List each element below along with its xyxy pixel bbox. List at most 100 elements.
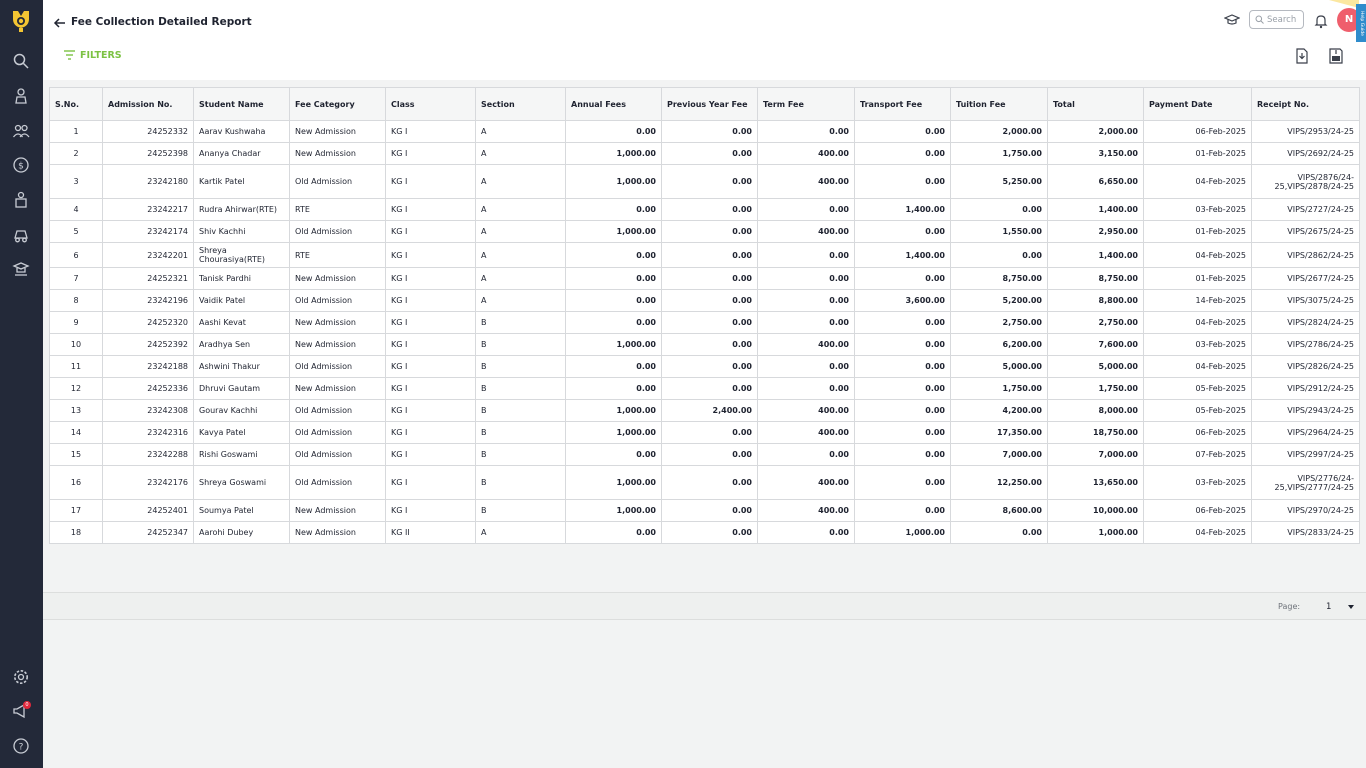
annual-fees-cell: 1,000.00 bbox=[565, 499, 662, 522]
fee-category-cell: New Admission bbox=[289, 267, 386, 290]
fee-category-cell: New Admission bbox=[289, 120, 386, 143]
corner-decoration bbox=[1329, 0, 1359, 8]
search-icon[interactable] bbox=[12, 52, 30, 70]
transport-fee-cell: 0.00 bbox=[854, 164, 951, 199]
back-arrow-icon[interactable] bbox=[53, 16, 67, 30]
page-label: Page: bbox=[1278, 602, 1301, 611]
term-fee-cell: 400.00 bbox=[757, 465, 855, 500]
payment-date-cell: 03-Feb-2025 bbox=[1143, 198, 1252, 221]
help-icon[interactable]: ? bbox=[12, 737, 30, 755]
table-row[interactable]: 11 23242188 Ashwini Thakur Old Admission KG … bbox=[49, 355, 1360, 378]
student-name-cell: Rishi Goswami bbox=[193, 443, 290, 466]
column-header[interactable]: Transport Fee bbox=[854, 87, 951, 121]
table-row[interactable]: 1 24252332 Aarav Kushwaha New Admission KG I… bbox=[49, 120, 1360, 143]
column-header[interactable]: Term Fee bbox=[757, 87, 855, 121]
bell-icon[interactable] bbox=[1313, 13, 1329, 29]
table-row[interactable]: 3 23242180 Kartik Patel Old Admission KG IA1… bbox=[49, 164, 1360, 199]
table-row[interactable]: 14 23242316 Kavya Patel Old Admission KG IB1… bbox=[49, 421, 1360, 444]
table-row[interactable]: 15 23242288 Rishi Goswami Old Admission KG I… bbox=[49, 443, 1360, 466]
transport-fee-cell: 0.00 bbox=[854, 421, 951, 444]
sno-cell: 15 bbox=[49, 443, 103, 466]
fee-category-cell: Old Admission bbox=[289, 355, 386, 378]
table-row[interactable]: 10 24252392 Aradhya Sen New Admission KG IB1… bbox=[49, 333, 1360, 356]
logo-icon[interactable] bbox=[10, 9, 32, 35]
table-row[interactable]: 9 24252320 Aashi Kevat New Admission KG I B 0.… bbox=[49, 311, 1360, 334]
total-cell: 2,750.00 bbox=[1047, 311, 1144, 334]
section-cell: A bbox=[475, 289, 566, 312]
column-header[interactable]: Total bbox=[1047, 87, 1144, 121]
search-input[interactable]: Search bbox=[1249, 10, 1304, 29]
total-cell: 6,650.00 bbox=[1047, 164, 1144, 199]
annual-fees-cell: 0.00 bbox=[565, 198, 662, 221]
term-fee-cell: 0.00 bbox=[757, 120, 855, 143]
class-cell: KG I bbox=[385, 421, 476, 444]
table-row[interactable]: 18 24252347 Aarohi Dubey New Admission KG II… bbox=[49, 521, 1360, 544]
column-header[interactable]: Annual Fees bbox=[565, 87, 662, 121]
student-name-cell: Gourav Kachhi bbox=[193, 399, 290, 422]
page-select[interactable]: 1 bbox=[1326, 599, 1354, 614]
term-fee-cell: 400.00 bbox=[757, 499, 855, 522]
settings-icon[interactable] bbox=[12, 668, 30, 686]
export-csv-icon[interactable] bbox=[1294, 48, 1310, 64]
table-row[interactable]: 2 24252398 Ananya Chadar New Admission KG IA… bbox=[49, 142, 1360, 165]
column-header[interactable]: Receipt No. bbox=[1251, 87, 1360, 121]
class-cell: KG I bbox=[385, 242, 476, 268]
chevron-down-icon bbox=[1348, 604, 1354, 609]
table-row[interactable]: 7 24252321 Tanisk Pardhi New Admission KG IA… bbox=[49, 267, 1360, 290]
column-header[interactable]: Payment Date bbox=[1143, 87, 1252, 121]
fees-icon[interactable]: $ bbox=[12, 156, 30, 174]
previous-year-fee-cell: 0.00 bbox=[661, 355, 758, 378]
column-header[interactable]: Fee Category bbox=[289, 87, 386, 121]
table-row[interactable]: 13 23242308 Gourav Kachhi Old Admission KG I… bbox=[49, 399, 1360, 422]
column-header[interactable]: Section bbox=[475, 87, 566, 121]
filters-button[interactable]: FILTERS bbox=[63, 49, 122, 61]
receipt-no-cell: VIPS/2964/24-25 bbox=[1251, 421, 1360, 444]
column-header[interactable]: Previous Year Fee bbox=[661, 87, 758, 121]
export-excel-icon[interactable] bbox=[1328, 48, 1344, 64]
class-cell: KG I bbox=[385, 164, 476, 199]
term-fee-cell: 0.00 bbox=[757, 198, 855, 221]
previous-year-fee-cell: 0.00 bbox=[661, 220, 758, 243]
annual-fees-cell: 1,000.00 bbox=[565, 164, 662, 199]
previous-year-fee-cell: 0.00 bbox=[661, 333, 758, 356]
table-row[interactable]: 4 23242217 Rudra Ahirwar(RTE) RTE KG I A 0.00 0… bbox=[49, 198, 1360, 221]
total-cell: 1,000.00 bbox=[1047, 521, 1144, 544]
table-row[interactable]: 17 24252401 Soumya Patel New Admission KG IB… bbox=[49, 499, 1360, 522]
staff-icon[interactable] bbox=[12, 191, 30, 209]
admission-no-cell: 23242174 bbox=[102, 220, 194, 243]
transport-icon[interactable] bbox=[12, 226, 30, 244]
transport-fee-cell: 0.00 bbox=[854, 142, 951, 165]
student-icon[interactable] bbox=[12, 87, 30, 105]
payment-date-cell: 01-Feb-2025 bbox=[1143, 267, 1252, 290]
table-row[interactable]: 12 24252336 Dhruvi Gautam New Admission KG I… bbox=[49, 377, 1360, 400]
payment-date-cell: 04-Feb-2025 bbox=[1143, 311, 1252, 334]
table-row[interactable]: 16 23242176 Shreya Goswami Old Admission KG … bbox=[49, 465, 1360, 500]
payment-date-cell: 05-Feb-2025 bbox=[1143, 399, 1252, 422]
previous-year-fee-cell: 0.00 bbox=[661, 443, 758, 466]
users-icon[interactable] bbox=[12, 122, 30, 140]
section-cell: B bbox=[475, 311, 566, 334]
sno-cell: 6 bbox=[49, 242, 103, 268]
fee-category-cell: Old Admission bbox=[289, 421, 386, 444]
student-name-cell: Aarav Kushwaha bbox=[193, 120, 290, 143]
section-cell: A bbox=[475, 164, 566, 199]
graduation-cap-icon[interactable] bbox=[1224, 12, 1240, 28]
column-header[interactable]: Tuition Fee bbox=[950, 87, 1048, 121]
table-row[interactable]: 5 23242174 Shiv Kachhi Old Admission KG I A 1,… bbox=[49, 220, 1360, 243]
annual-fees-cell: 1,000.00 bbox=[565, 220, 662, 243]
table-row[interactable]: 6 23242201 Shreya Chourasiya(RTE) RTE KG IA0… bbox=[49, 242, 1360, 268]
column-header[interactable]: S.No. bbox=[49, 87, 103, 121]
transport-fee-cell: 0.00 bbox=[854, 333, 951, 356]
student-name-cell: Tanisk Pardhi bbox=[193, 267, 290, 290]
table-row[interactable]: 8 23242196 Vaidik Patel Old Admission KG IA0… bbox=[49, 289, 1360, 312]
notification-badge: 0 bbox=[23, 701, 31, 709]
page-current: 1 bbox=[1326, 601, 1332, 612]
column-header[interactable]: Student Name bbox=[193, 87, 290, 121]
column-header[interactable]: Admission No. bbox=[102, 87, 194, 121]
receipt-no-cell: VIPS/2675/24-25 bbox=[1251, 220, 1360, 243]
page-title: Fee Collection Detailed Report bbox=[71, 16, 252, 28]
help-guide-tab[interactable]: Help Guide bbox=[1356, 4, 1366, 42]
payment-date-cell: 03-Feb-2025 bbox=[1143, 465, 1252, 500]
column-header[interactable]: Class bbox=[385, 87, 476, 121]
academics-icon[interactable] bbox=[12, 260, 30, 278]
